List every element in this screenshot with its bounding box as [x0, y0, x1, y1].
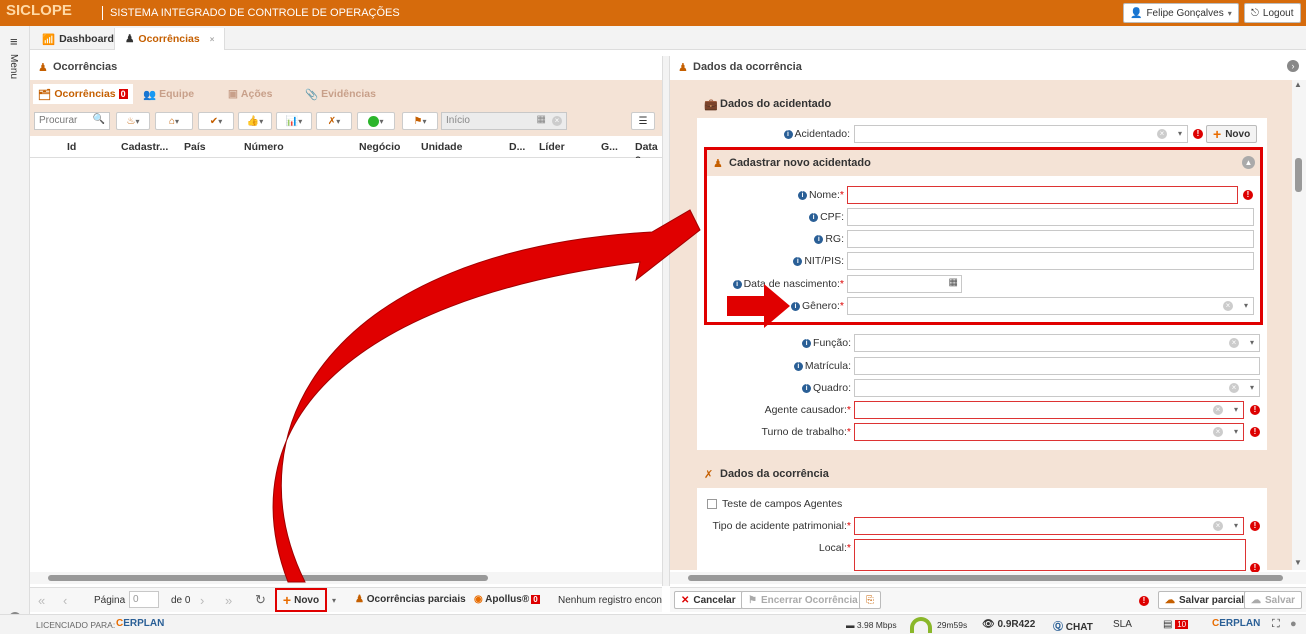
- annotation-overlay: [272, 209, 790, 583]
- pointer-arrow: [727, 284, 790, 328]
- curved-arrow: [272, 209, 701, 583]
